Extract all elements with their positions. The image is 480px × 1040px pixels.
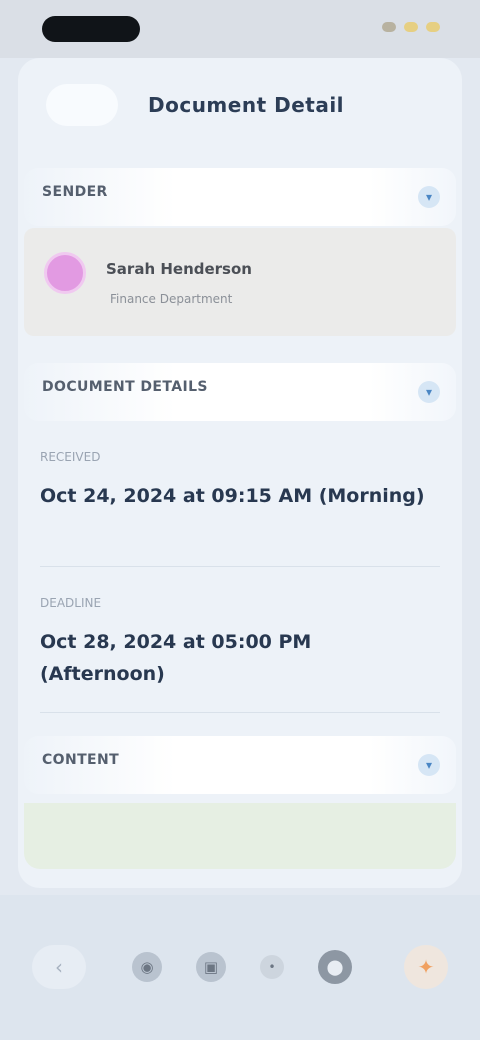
section-label: CONTENT: [42, 752, 120, 768]
section-label: SENDER: [42, 184, 108, 200]
wifi-icon: [404, 22, 418, 32]
section-label: DOCUMENT DETAILS: [42, 379, 208, 395]
nav-home-icon[interactable]: ◉: [132, 952, 162, 982]
nav-center-group: ◉ ▣ • ⬤: [132, 949, 352, 985]
avatar: [44, 252, 86, 294]
signal-icon: [382, 22, 396, 32]
detail-value: Oct 24, 2024 at 09:15 AM (Morning): [40, 485, 425, 507]
detail-label: RECEIVED: [40, 450, 101, 464]
nav-dot-icon[interactable]: •: [260, 955, 284, 979]
nav-docs-icon[interactable]: ▣: [196, 952, 226, 982]
status-time-pill: [42, 16, 140, 42]
bottom-nav: ‹ ◉ ▣ • ⬤ ✦: [0, 895, 480, 1040]
sender-name: Sarah Henderson: [106, 260, 252, 278]
content-preview: [24, 803, 456, 869]
detail-deadline: DEADLINE Oct 28, 2024 at 05:00 PM (After…: [40, 596, 440, 690]
page-title: Document Detail: [148, 93, 345, 117]
divider: [40, 712, 440, 713]
section-header-document-details[interactable]: DOCUMENT DETAILS ▾: [24, 363, 456, 421]
sender-subtitle: Finance Department: [110, 292, 233, 306]
chevron-down-icon[interactable]: ▾: [418, 381, 440, 403]
divider: [40, 566, 440, 567]
nav-action-icon[interactable]: ✦: [404, 945, 448, 989]
section-header-content[interactable]: CONTENT ▾: [24, 736, 456, 794]
detail-value: Oct 28, 2024 at 05:00 PM (Afternoon): [40, 631, 312, 685]
detail-received: RECEIVED Oct 24, 2024 at 09:15 AM (Morni…: [40, 450, 440, 512]
status-icons: [382, 22, 440, 32]
nav-back-icon[interactable]: ‹: [32, 945, 86, 989]
battery-icon: [426, 22, 440, 32]
sender-row[interactable]: Sarah Henderson Finance Department: [24, 228, 456, 336]
header: Document Detail: [18, 58, 462, 158]
section-header-sender[interactable]: SENDER ▾: [24, 168, 456, 226]
detail-label: DEADLINE: [40, 596, 102, 610]
chevron-down-icon[interactable]: ▾: [418, 186, 440, 208]
app-card: Document Detail SENDER ▾ Sarah Henderson…: [18, 58, 462, 888]
chevron-down-icon[interactable]: ▾: [418, 754, 440, 776]
status-bar: [0, 0, 480, 58]
back-button[interactable]: [46, 84, 118, 126]
nav-profile-icon[interactable]: ⬤: [318, 950, 352, 984]
